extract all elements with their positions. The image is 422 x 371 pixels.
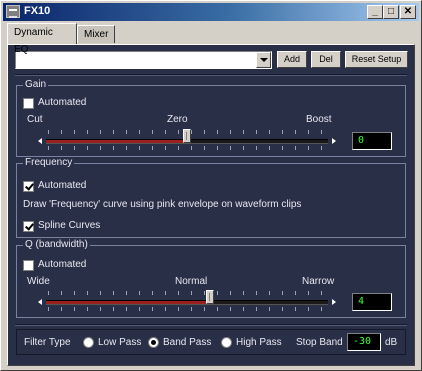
low-pass-label: Low Pass bbox=[98, 337, 142, 348]
frequency-group-label: Frequency bbox=[23, 157, 75, 168]
frequency-automated-label: Automated bbox=[38, 180, 87, 191]
gain-value-field[interactable]: 0 bbox=[352, 132, 392, 150]
maximize-button[interactable]: □ bbox=[383, 5, 399, 19]
low-pass-radio[interactable] bbox=[83, 337, 94, 348]
q-normal-label: Normal bbox=[175, 276, 208, 287]
slider-ticks bbox=[48, 146, 326, 150]
stop-band-label: Stop Band bbox=[296, 337, 343, 348]
band-pass-label: Band Pass bbox=[163, 337, 212, 348]
preset-dropdown[interactable] bbox=[15, 51, 272, 69]
slider-left-arrow-icon bbox=[38, 138, 42, 144]
window-title: FX10 bbox=[24, 5, 51, 17]
close-button[interactable]: ✕ bbox=[400, 5, 416, 19]
band-pass-radio[interactable] bbox=[148, 337, 159, 348]
frequency-description: Draw 'Frequency' curve using pink envelo… bbox=[23, 199, 302, 210]
q-bandwidth-group: Q (bandwidth) Automated Wide Normal Narr… bbox=[16, 239, 406, 318]
gain-automated-label: Automated bbox=[38, 97, 87, 108]
q-wide-label: Wide bbox=[27, 276, 50, 287]
gain-zero-label: Zero bbox=[167, 114, 188, 125]
slider-ticks bbox=[48, 307, 326, 311]
divider bbox=[15, 74, 407, 76]
reset-setup-button[interactable]: Reset Setup bbox=[345, 51, 408, 68]
minimize-button[interactable]: _ bbox=[367, 5, 383, 19]
gain-boost-label: Boost bbox=[306, 114, 332, 125]
tab-mixer[interactable]: Mixer bbox=[77, 25, 115, 43]
high-pass-radio[interactable] bbox=[221, 337, 232, 348]
divider bbox=[15, 324, 407, 326]
q-group-label: Q (bandwidth) bbox=[23, 239, 90, 250]
gain-slider-fill bbox=[46, 140, 187, 143]
frequency-automated-checkbox[interactable] bbox=[23, 181, 34, 192]
filter-type-row: Filter Type Low Pass Band Pass High Pass… bbox=[16, 329, 406, 355]
fx10-window: FX10 _ □ ✕ Dynamic EQ Mixer Add Del Rese… bbox=[0, 0, 422, 371]
spline-curves-label: Spline Curves bbox=[38, 220, 101, 231]
title-bar[interactable]: FX10 _ □ ✕ bbox=[3, 3, 419, 21]
q-slider-track bbox=[46, 300, 328, 305]
stop-band-unit: dB bbox=[385, 337, 398, 348]
add-button[interactable]: Add bbox=[277, 51, 307, 68]
gain-group-label: Gain bbox=[23, 79, 49, 90]
q-narrow-label: Narrow bbox=[302, 276, 335, 287]
gain-slider-thumb[interactable] bbox=[183, 129, 191, 143]
frequency-group: Frequency Automated Draw 'Frequency' cur… bbox=[16, 157, 406, 238]
slider-right-arrow-icon bbox=[332, 138, 336, 144]
gain-group: Gain Automated Cut Zero Boost 0 bbox=[16, 79, 406, 157]
app-icon bbox=[6, 5, 20, 18]
slider-ticks bbox=[48, 291, 326, 295]
dynamic-eq-panel: Add Del Reset Setup Gain Automated Cut Z… bbox=[7, 44, 415, 366]
high-pass-label: High Pass bbox=[236, 337, 282, 348]
delete-button[interactable]: Del bbox=[311, 51, 341, 68]
q-value-field[interactable]: 4 bbox=[352, 293, 392, 311]
q-automated-checkbox[interactable] bbox=[23, 260, 34, 271]
slider-left-arrow-icon bbox=[38, 299, 42, 305]
q-slider-thumb[interactable] bbox=[206, 290, 214, 304]
tab-dynamic-eq[interactable]: Dynamic EQ bbox=[7, 23, 77, 55]
chevron-down-icon[interactable] bbox=[256, 52, 271, 68]
filter-type-label: Filter Type bbox=[24, 337, 71, 348]
q-slider[interactable] bbox=[38, 290, 336, 315]
stop-band-value-field[interactable]: -30 bbox=[347, 333, 381, 351]
spline-curves-checkbox[interactable] bbox=[23, 221, 34, 232]
q-automated-label: Automated bbox=[38, 259, 87, 270]
q-slider-fill bbox=[46, 301, 210, 304]
gain-automated-checkbox[interactable] bbox=[23, 98, 34, 109]
gain-cut-label: Cut bbox=[27, 114, 43, 125]
gain-slider[interactable] bbox=[38, 129, 336, 154]
slider-right-arrow-icon bbox=[332, 299, 336, 305]
